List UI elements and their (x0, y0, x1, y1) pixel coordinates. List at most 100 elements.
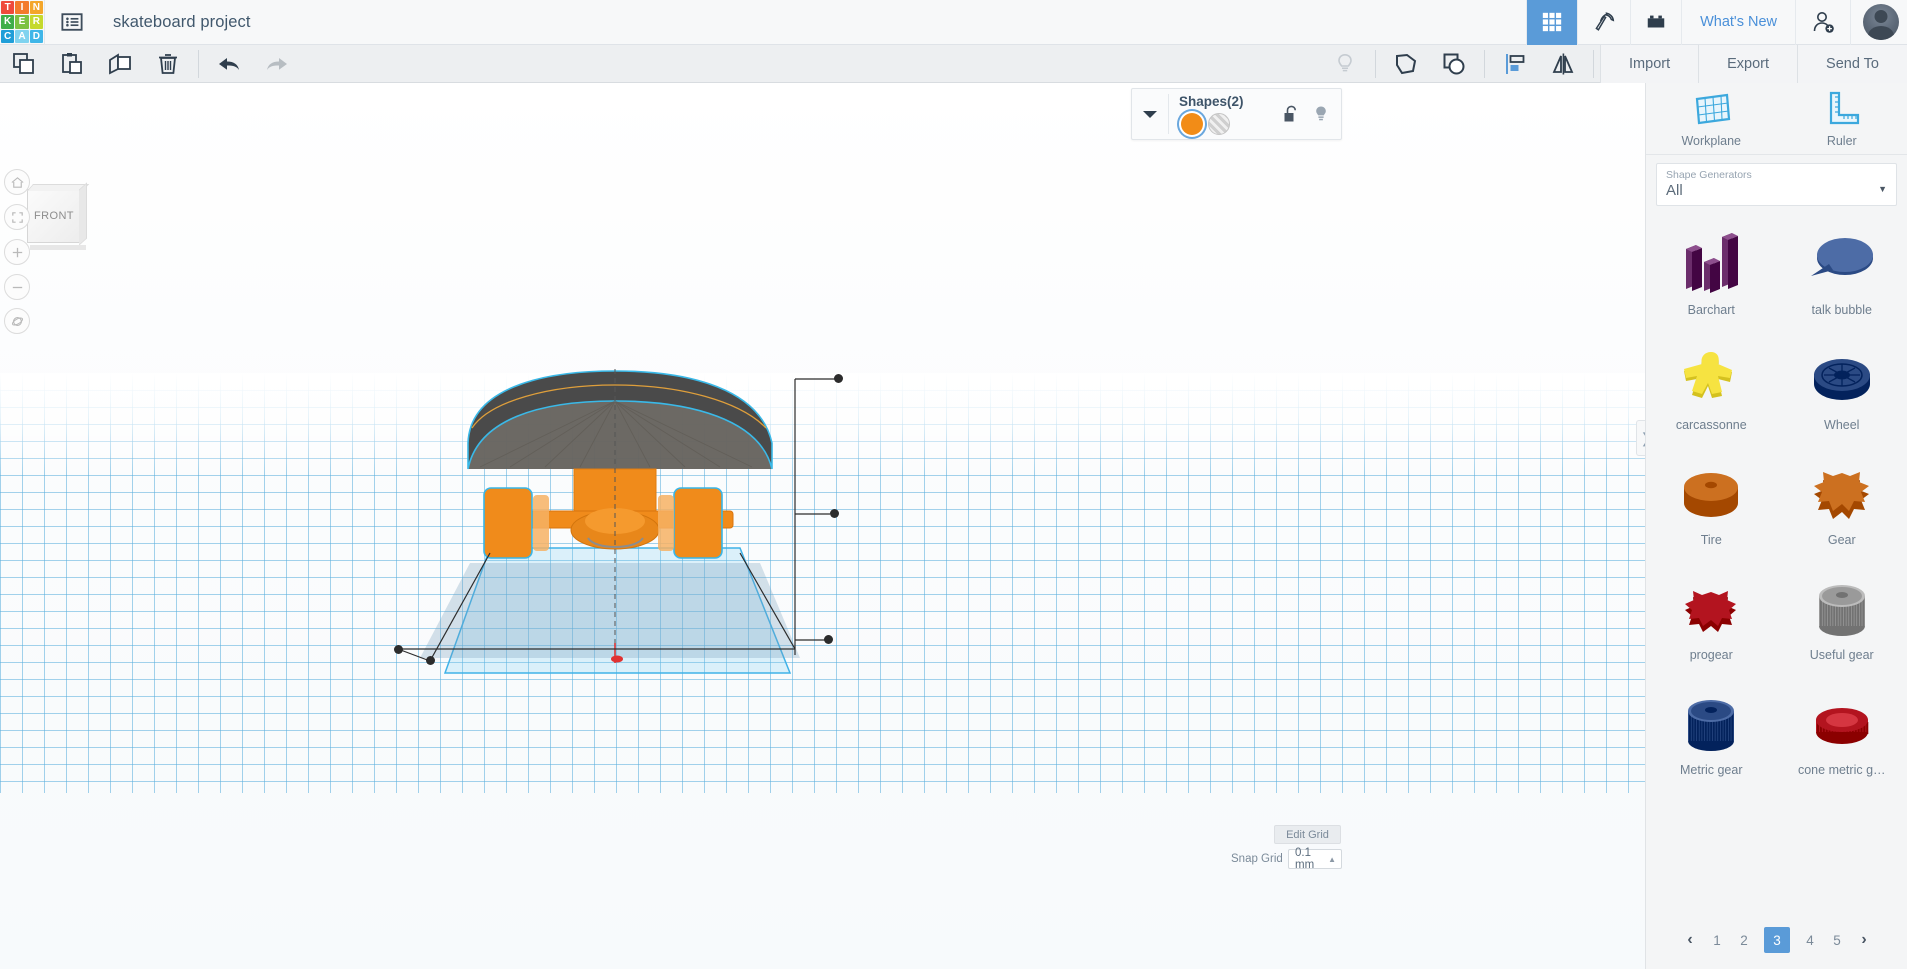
export-button[interactable]: Export (1698, 44, 1798, 83)
view-cube[interactable]: FRONT (27, 189, 81, 243)
chevron-up-icon: ▲ (1328, 854, 1336, 864)
copy-button[interactable] (0, 45, 48, 83)
paste-button[interactable] (48, 45, 96, 83)
pagination-page-1[interactable]: 1 (1710, 933, 1724, 948)
undo-icon (219, 57, 239, 70)
hole-swatch[interactable] (1208, 112, 1230, 135)
handle-bottom-left[interactable] (394, 645, 403, 654)
truck-pivot (585, 508, 645, 534)
tinkercad-logo[interactable]: TINKERCAD (0, 0, 44, 44)
shape-item-talk-bubble-shape[interactable]: talk bubble (1777, 214, 1907, 329)
panel-tools: Workplane Ruler (1646, 83, 1907, 155)
wheel-right (673, 487, 723, 559)
logo-tile-k: K (1, 15, 15, 29)
pagination-next[interactable]: › (1857, 931, 1871, 949)
ruler-tool[interactable]: Ruler (1777, 83, 1907, 154)
zoom-out-icon (12, 286, 22, 288)
workplane-tool[interactable]: Workplane (1646, 83, 1777, 154)
pagination-page-2[interactable]: 2 (1737, 933, 1751, 948)
user-avatar-button[interactable] (1850, 0, 1907, 45)
gallery-grid-icon (1542, 12, 1562, 32)
orbit-button[interactable] (4, 308, 30, 334)
model-canvas (397, 369, 836, 674)
codeblocks-pickaxe-button[interactable] (1577, 0, 1630, 45)
shapes-panel-icons (1283, 105, 1341, 124)
fit-to-view-button[interactable] (4, 204, 30, 230)
logo-tile-t: T (1, 1, 15, 15)
group-button[interactable] (1382, 45, 1430, 83)
ruler-tool-label: Ruler (1826, 134, 1857, 148)
zoom-in-button[interactable] (4, 239, 30, 265)
tire-shape (1674, 457, 1748, 531)
redo-icon (267, 57, 287, 70)
shape-item-label: progear (1689, 647, 1733, 662)
3d-viewport[interactable]: FRONT Edit Grid Snap Grid 0.1 mm ▲ (0, 83, 1645, 969)
mirror-button[interactable] (1539, 45, 1587, 83)
redo-button[interactable] (253, 45, 301, 83)
shape-item-wheel-shape[interactable]: Wheel (1777, 329, 1907, 444)
toolbar-separator (1375, 49, 1377, 78)
shape-item-tire-shape[interactable]: Tire (1646, 444, 1777, 559)
snap-grid-label: Snap Grid (1231, 853, 1283, 865)
align-button[interactable] (1491, 45, 1539, 83)
pagination-page-4[interactable]: 4 (1803, 933, 1817, 948)
zoom-out-button[interactable] (4, 274, 30, 300)
shape-item-label: Tire (1700, 532, 1722, 547)
toolbar-separator (198, 49, 199, 78)
shape-item-progear-shape[interactable]: progear (1646, 559, 1777, 674)
shape-item-label: Barchart (1687, 302, 1735, 317)
pagination-page-5[interactable]: 5 (1830, 933, 1844, 948)
zoom-in-icon (12, 247, 22, 257)
gallery-grid-button[interactable] (1526, 0, 1578, 45)
home-view-icon (11, 176, 23, 188)
wheel-shape (1805, 342, 1879, 416)
barchart-shape (1674, 227, 1748, 301)
edit-grid-button[interactable]: Edit Grid (1274, 825, 1341, 844)
pagination-page-3[interactable]: 3 (1764, 927, 1790, 953)
lightbulb-icon (1338, 53, 1352, 71)
ungroup-button[interactable] (1430, 45, 1478, 83)
mirror-flip-icon (1552, 53, 1574, 74)
duplicate-button[interactable] (96, 45, 144, 83)
carcassonne-shape (1674, 342, 1748, 416)
invite-people-button[interactable] (1795, 0, 1850, 45)
handle-mid-right[interactable] (830, 509, 839, 518)
project-list-button[interactable] (45, 0, 99, 45)
handle-bottom-left2[interactable] (426, 656, 435, 665)
top-bar-right: What's New (1526, 0, 1907, 45)
copy-icon (13, 52, 34, 74)
bricks-button[interactable] (1630, 0, 1681, 45)
logo-tile-c: C (1, 29, 15, 43)
light-toggle-button[interactable] (1321, 45, 1369, 83)
delete-button[interactable] (144, 45, 192, 83)
whats-new-link[interactable]: What's New (1681, 0, 1795, 45)
solid-color-swatch[interactable] (1181, 112, 1203, 135)
shape-item-useful-gear-shape[interactable]: Useful gear (1777, 559, 1907, 674)
import-button[interactable]: Import (1600, 44, 1699, 83)
undo-button[interactable] (205, 45, 253, 83)
shape-item-carcassonne-shape[interactable]: carcassonne (1646, 329, 1777, 444)
shape-item-barchart-shape[interactable]: Barchart (1646, 214, 1777, 329)
shape-item-cone-metric-gear-shape[interactable]: cone metric g… (1777, 674, 1907, 789)
handle-top-right[interactable] (834, 374, 843, 383)
shape-generators-select[interactable]: Shape Generators All ▼ (1656, 163, 1897, 206)
home-view-button[interactable] (4, 169, 30, 195)
shapes-panel-collapse-button[interactable] (1132, 109, 1168, 120)
lightbulb-icon[interactable] (1313, 105, 1329, 124)
unlock-icon[interactable] (1283, 105, 1299, 123)
pagination-prev[interactable]: ‹ (1683, 931, 1697, 949)
send-to-button[interactable]: Send To (1797, 44, 1907, 83)
fit-to-view-icon (11, 211, 23, 223)
snap-grid-select[interactable]: 0.1 mm ▲ (1288, 847, 1342, 871)
shape-item-label: Useful gear (1809, 647, 1874, 662)
shape-item-label: talk bubble (1811, 302, 1872, 317)
shape-item-metric-gear-shape[interactable]: Metric gear (1646, 674, 1777, 789)
logo-tile-r: R (29, 15, 43, 29)
talk-bubble-shape (1803, 227, 1881, 301)
shape-item-gear-shape[interactable]: Gear (1777, 444, 1907, 559)
edit-toolbar: Import Export Send To (0, 44, 1907, 83)
shape-item-label: carcassonne (1675, 417, 1747, 432)
project-title[interactable]: skateboard project (113, 13, 251, 32)
metric-gear-shape (1674, 687, 1748, 761)
handle-bottom-right[interactable] (824, 635, 833, 644)
